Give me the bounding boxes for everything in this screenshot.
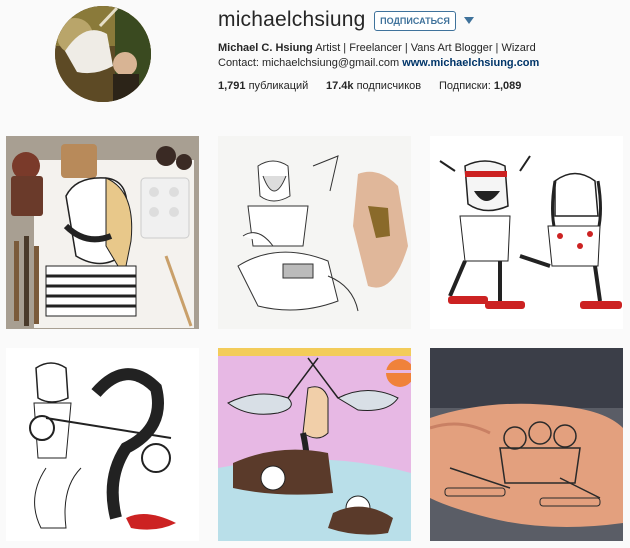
username: michaelchsiung xyxy=(218,8,366,31)
post-tile[interactable] xyxy=(6,136,199,329)
post-tile[interactable] xyxy=(430,136,623,329)
chevron-down-icon[interactable] xyxy=(463,13,475,25)
bio-name: Michael C. Hsiung xyxy=(218,42,313,54)
follow-button[interactable]: ПОДПИСАТЬСЯ xyxy=(374,11,456,31)
profile-avatar[interactable] xyxy=(55,6,151,102)
following-label: Подписки: xyxy=(439,80,494,92)
followers-label: подписчиков xyxy=(353,80,422,92)
following-count: 1,089 xyxy=(493,80,522,92)
posts-stat: 1,791 публикаций xyxy=(218,80,308,92)
posts-count: 1,791 xyxy=(218,80,246,92)
post-tile[interactable] xyxy=(6,348,199,541)
post-tile[interactable] xyxy=(218,348,411,541)
profile-bio: Michael C. Hsiung Artist | Freelancer | … xyxy=(218,41,578,71)
posts-label: публикаций xyxy=(245,80,309,92)
post-tile[interactable] xyxy=(218,136,411,329)
following-stat[interactable]: Подписки: 1,089 xyxy=(439,80,521,92)
post-tile[interactable] xyxy=(430,348,623,541)
followers-count: 17.4k xyxy=(326,80,354,92)
followers-stat[interactable]: 17.4k подписчиков xyxy=(326,80,421,92)
bio-website-link[interactable]: www.michaelchsiung.com xyxy=(402,57,539,69)
